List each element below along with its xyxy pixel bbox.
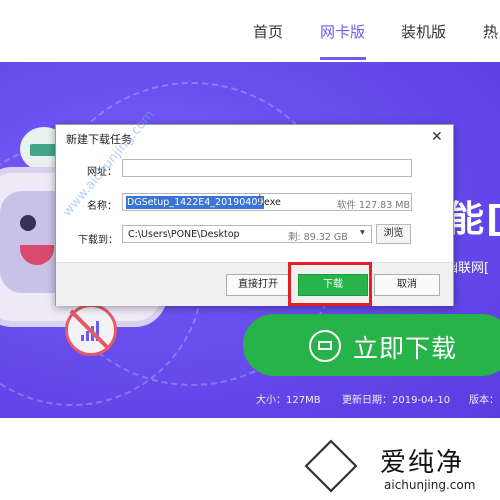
save-path-value: C:\Users\PONE\Desktop xyxy=(128,229,240,240)
name-label: 名称： xyxy=(87,201,117,212)
nav-item-network-edition[interactable]: 网卡版 xyxy=(320,21,365,42)
logo-url: aichunjing.com xyxy=(384,478,476,492)
browse-button[interactable]: 浏览 xyxy=(376,224,411,244)
logo-icon xyxy=(304,439,358,493)
nav-active-underline xyxy=(320,57,366,60)
file-size-text: 大小：127MB xyxy=(256,395,321,406)
mascot-mouth xyxy=(20,245,54,265)
filename-selected-text: DGSetup_1422E4_20190409 xyxy=(126,196,265,209)
site-watermark-logo: 爱纯净 aichunjing.com xyxy=(300,437,500,500)
url-input[interactable] xyxy=(122,159,412,177)
free-space-text: 剩: 89.32 GB xyxy=(288,232,348,243)
nav-item-home[interactable]: 首页 xyxy=(253,21,283,42)
open-directly-button[interactable]: 直接打开 xyxy=(226,274,290,296)
no-network-icon xyxy=(65,304,117,356)
save-to-label: 下载到： xyxy=(78,235,118,246)
file-type-size: 软件 127.83 MB xyxy=(337,200,410,211)
logo-text: 爱纯净 xyxy=(380,448,465,478)
download-now-button[interactable]: 立即下载 xyxy=(243,314,500,376)
filename-input[interactable]: DGSetup_1422E4_20190409 | .exe 软件 127.83… xyxy=(122,192,412,211)
top-nav: 首页 网卡版 装机版 热 xyxy=(0,0,500,62)
filename-extension: .exe xyxy=(261,197,281,208)
close-icon[interactable]: ✕ xyxy=(431,129,443,145)
save-path-input[interactable]: C:\Users\PONE\Desktop 剩: 89.32 GB ▾ xyxy=(122,225,372,243)
hero-headline: 能[ xyxy=(448,199,500,240)
nav-item-hot[interactable]: 热 xyxy=(483,21,498,42)
cancel-button[interactable]: 取消 xyxy=(374,274,440,296)
version-text: 版本： xyxy=(469,395,499,406)
network-card-icon xyxy=(309,330,341,362)
update-date-text: 更新日期：2019-04-10 xyxy=(342,395,451,406)
slash-icon xyxy=(69,309,111,351)
dialog-footer: 直接打开 下载 取消 xyxy=(56,262,453,306)
download-now-label: 立即下载 xyxy=(353,334,458,363)
nav-item-install-edition[interactable]: 装机版 xyxy=(401,21,446,42)
network-card-icon xyxy=(30,144,58,156)
chevron-down-icon[interactable]: ▾ xyxy=(360,227,365,238)
mascot-eye xyxy=(20,215,36,231)
highlight-annotation-box xyxy=(288,262,372,306)
